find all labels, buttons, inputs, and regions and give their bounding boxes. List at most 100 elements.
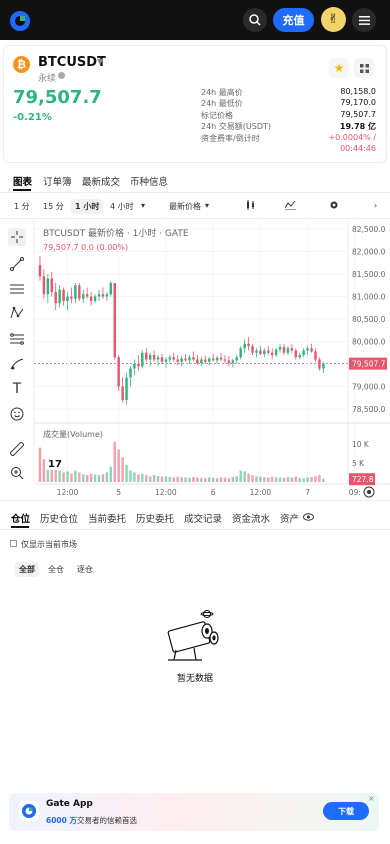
candle-body bbox=[172, 357, 176, 360]
volume-bar bbox=[129, 470, 132, 482]
volume-bar bbox=[42, 459, 46, 482]
volume-bar bbox=[270, 476, 274, 482]
candle-body bbox=[318, 359, 321, 369]
volume-bar bbox=[38, 447, 42, 482]
svg-text:17: 17 bbox=[48, 459, 62, 470]
volume-bar bbox=[243, 471, 246, 482]
tab-positions[interactable]: 仓位 bbox=[11, 511, 30, 525]
volume-bar bbox=[66, 471, 69, 482]
candle-body bbox=[207, 358, 211, 362]
candle-body bbox=[267, 350, 270, 353]
volume-bar bbox=[164, 476, 168, 482]
volume-bar bbox=[137, 474, 140, 482]
volume-bar bbox=[286, 477, 290, 482]
x-tick-label: 5 bbox=[116, 488, 121, 497]
close-icon[interactable]: × bbox=[368, 794, 375, 803]
candle-body bbox=[129, 368, 132, 378]
filter-cross[interactable]: 全仓 bbox=[44, 562, 68, 577]
price-chart[interactable]: 82,500.0 82,000.0 81,500.0 81,000.0 80,500.0… bbox=[0, 0, 390, 510]
candle-body bbox=[200, 359, 203, 364]
y-tick-label: 80,500.0 bbox=[352, 315, 386, 324]
volume-bar bbox=[322, 478, 325, 482]
tab-open-orders[interactable]: 当前委托 bbox=[88, 511, 126, 525]
volume-bar bbox=[148, 476, 152, 482]
candle-body bbox=[231, 360, 235, 364]
candle-body bbox=[113, 283, 116, 358]
candle-body bbox=[58, 289, 61, 304]
candle-body bbox=[109, 283, 113, 295]
divider bbox=[0, 500, 390, 501]
tradingview-logo-icon: 17 bbox=[45, 455, 67, 470]
candle-body bbox=[223, 359, 227, 361]
volume-bar bbox=[227, 478, 231, 482]
candle-body bbox=[160, 357, 164, 362]
volume-bar bbox=[62, 472, 65, 482]
candle-body bbox=[294, 350, 298, 358]
candle-body bbox=[82, 294, 85, 299]
volume-bar bbox=[200, 477, 203, 482]
volume-bar bbox=[219, 477, 223, 482]
candle-body bbox=[117, 357, 120, 387]
volume-bar bbox=[302, 478, 305, 482]
tab-fund-flow[interactable]: 资金流水 bbox=[232, 511, 270, 525]
candle-body bbox=[310, 348, 313, 352]
volume-bar bbox=[294, 476, 298, 482]
volume-bar bbox=[70, 473, 73, 482]
current-market-label: 仅显示当前市场 bbox=[21, 540, 77, 549]
volume-bar bbox=[192, 477, 195, 482]
tab-trade-history[interactable]: 成交记录 bbox=[184, 511, 222, 525]
filter-isolated[interactable]: 逐仓 bbox=[73, 562, 97, 577]
candle-body bbox=[70, 296, 73, 299]
volume-bar bbox=[121, 457, 124, 482]
volume-bar bbox=[282, 477, 286, 482]
tab-assets[interactable]: 资产 bbox=[280, 511, 299, 525]
filter-all[interactable]: 全部 bbox=[15, 562, 39, 577]
candle-body bbox=[137, 364, 140, 367]
volume-bar bbox=[113, 441, 116, 482]
volume-tick-label: 5 K bbox=[352, 459, 365, 468]
candle-body bbox=[85, 294, 89, 297]
candle-body bbox=[259, 350, 262, 355]
y-tick-label: 81,000.0 bbox=[352, 293, 386, 302]
banner-subtitle: 6000 万交易者的信赖首选 bbox=[46, 815, 137, 826]
candle-body bbox=[152, 355, 156, 360]
volume-bar bbox=[82, 474, 85, 482]
volume-bar bbox=[54, 468, 57, 482]
x-tick-label: 12:00 bbox=[57, 488, 79, 497]
volume-bar bbox=[239, 470, 242, 482]
volume-bar bbox=[314, 476, 317, 482]
candle-body bbox=[42, 276, 46, 295]
candle-body bbox=[62, 289, 65, 301]
banner-subtitle-text: 交易者的信赖首选 bbox=[77, 816, 137, 825]
candle-body bbox=[133, 364, 136, 369]
volume-bar bbox=[215, 478, 219, 482]
candle-body bbox=[93, 296, 97, 301]
ohlc-readout: 79,507.7 0.0 (0.00%) bbox=[43, 243, 128, 252]
eye-icon[interactable] bbox=[303, 513, 314, 521]
candle-body bbox=[192, 357, 195, 360]
candle-body bbox=[164, 359, 168, 362]
volume-bar bbox=[247, 473, 250, 482]
volume-bar bbox=[89, 473, 93, 482]
volume-bar bbox=[109, 466, 113, 482]
volume-bar bbox=[184, 477, 187, 482]
volume-bar bbox=[180, 477, 183, 482]
empty-state-icon bbox=[167, 610, 219, 661]
tab-order-history[interactable]: 历史委托 bbox=[136, 511, 174, 525]
current-market-checkbox[interactable] bbox=[10, 540, 17, 547]
volume-bar bbox=[207, 477, 211, 482]
volume-bar bbox=[141, 473, 144, 482]
tab-position-history[interactable]: 历史仓位 bbox=[40, 511, 78, 525]
y-tick-label: 79,507.7 bbox=[352, 360, 386, 369]
volume-bar bbox=[235, 476, 238, 482]
y-tick-label: 80,000.0 bbox=[352, 338, 386, 347]
volume-bar bbox=[274, 477, 278, 482]
x-tick-label: 6 bbox=[211, 488, 216, 497]
download-button[interactable]: 下载 bbox=[323, 802, 369, 820]
candle-body bbox=[121, 386, 124, 400]
y-tick-label: 81,500.0 bbox=[352, 270, 386, 279]
candle-body bbox=[270, 352, 274, 355]
volume-bar bbox=[156, 475, 160, 482]
candle-body bbox=[219, 357, 223, 360]
volume-bar bbox=[223, 477, 227, 482]
